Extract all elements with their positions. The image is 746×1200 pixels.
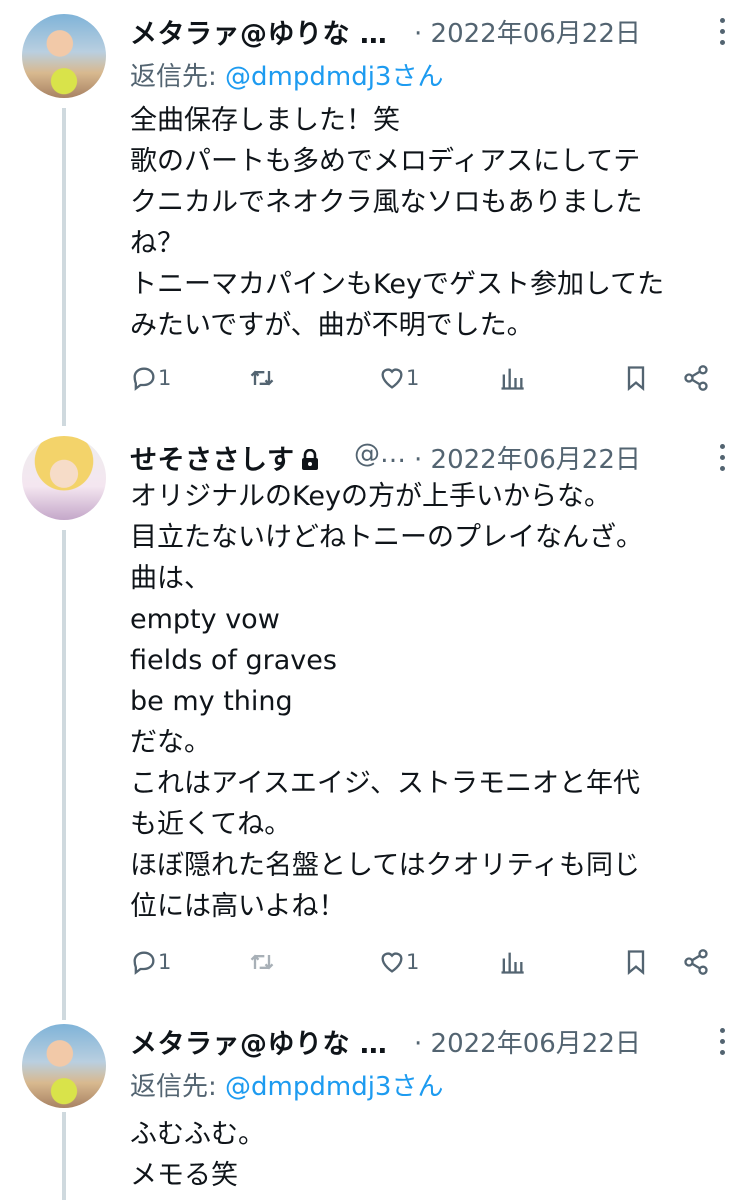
avatar[interactable] bbox=[22, 14, 106, 98]
avatar[interactable] bbox=[22, 1024, 106, 1108]
reply-to-label: 返信先: bbox=[130, 62, 226, 92]
more-icon[interactable] bbox=[718, 1028, 726, 1058]
lock-icon bbox=[302, 449, 319, 470]
more-icon[interactable] bbox=[718, 18, 726, 48]
views-button[interactable] bbox=[498, 948, 526, 976]
reply-count: 1 bbox=[158, 950, 172, 974]
retweet-button[interactable] bbox=[248, 364, 276, 392]
reply-button[interactable]: 1 bbox=[130, 948, 171, 976]
reply-to: 返信先: @dmpdmdj3さん bbox=[130, 1066, 443, 1103]
tweet-text: ふむふむ。 メモる笑 bbox=[130, 1119, 265, 1191]
bookmark-button[interactable] bbox=[622, 364, 650, 392]
tweet[interactable]: せそささしす @… · 2022年06月22日 オリジナルのKeyの方が上手いか… bbox=[0, 420, 746, 1010]
tweet-text: 全曲保存しました！笑 歌のパートも多めでメロディアスにしてテ クニカルでネオクラ… bbox=[130, 105, 665, 341]
display-name[interactable]: メタラァ@ゆりな … bbox=[130, 12, 387, 51]
retweet-icon bbox=[250, 954, 274, 970]
like-button[interactable]: 1 bbox=[378, 364, 419, 392]
reply-to-handle[interactable]: @dmpdmdj3さん bbox=[225, 62, 443, 92]
bookmark-icon bbox=[627, 950, 645, 975]
like-count: 1 bbox=[406, 950, 420, 974]
reply-to: 返信先: @dmpdmdj3さん bbox=[130, 56, 443, 93]
reply-button[interactable]: 1 bbox=[130, 364, 171, 392]
like-button[interactable]: 1 bbox=[378, 948, 419, 976]
heart-icon bbox=[381, 368, 403, 389]
bookmark-icon bbox=[627, 366, 645, 391]
share-button[interactable] bbox=[682, 948, 710, 976]
display-name-text: せそささしす bbox=[130, 445, 295, 476]
display-name[interactable]: メタラァ@ゆりな … bbox=[130, 1022, 387, 1061]
tweet[interactable]: メタラァ@ゆりな … · 2022年06月22日 返信先: @dmpdmdj3さ… bbox=[0, 1010, 746, 1200]
reply-to-label: 返信先: bbox=[130, 1072, 226, 1102]
tweet-handle[interactable]: @… bbox=[354, 439, 406, 469]
tweet-date[interactable]: · 2022年06月22日 bbox=[414, 1023, 641, 1060]
tweet-actions: 1 1 bbox=[130, 364, 710, 404]
reply-icon bbox=[133, 951, 155, 975]
views-icon bbox=[501, 368, 524, 390]
tweet-text: オリジナルのKeyの方が上手いからな。 目立たないけどねトニーのプレイなんざ。 … bbox=[130, 481, 643, 922]
like-count: 1 bbox=[406, 366, 420, 390]
tweet-date[interactable]: · 2022年06月22日 bbox=[414, 439, 641, 476]
reply-to-handle[interactable]: @dmpdmdj3さん bbox=[225, 1072, 443, 1102]
heart-icon bbox=[381, 952, 403, 973]
retweet-button[interactable] bbox=[248, 948, 276, 976]
share-icon bbox=[684, 365, 708, 391]
share-button[interactable] bbox=[682, 364, 710, 392]
more-icon[interactable] bbox=[718, 444, 726, 474]
tweet-date[interactable]: · 2022年06月22日 bbox=[414, 13, 641, 50]
views-button[interactable] bbox=[498, 364, 526, 392]
views-icon bbox=[501, 952, 524, 974]
share-icon bbox=[684, 949, 708, 975]
retweet-icon bbox=[250, 370, 274, 386]
reply-icon bbox=[133, 367, 155, 391]
display-name[interactable]: せそささしす bbox=[130, 438, 320, 477]
tweet-actions: 1 1 bbox=[130, 948, 710, 988]
reply-count: 1 bbox=[158, 366, 172, 390]
avatar[interactable] bbox=[22, 436, 106, 520]
tweet[interactable]: メタラァ@ゆりな … · 2022年06月22日 返信先: @dmpdmdj3さ… bbox=[0, 0, 746, 420]
bookmark-button[interactable] bbox=[622, 948, 650, 976]
